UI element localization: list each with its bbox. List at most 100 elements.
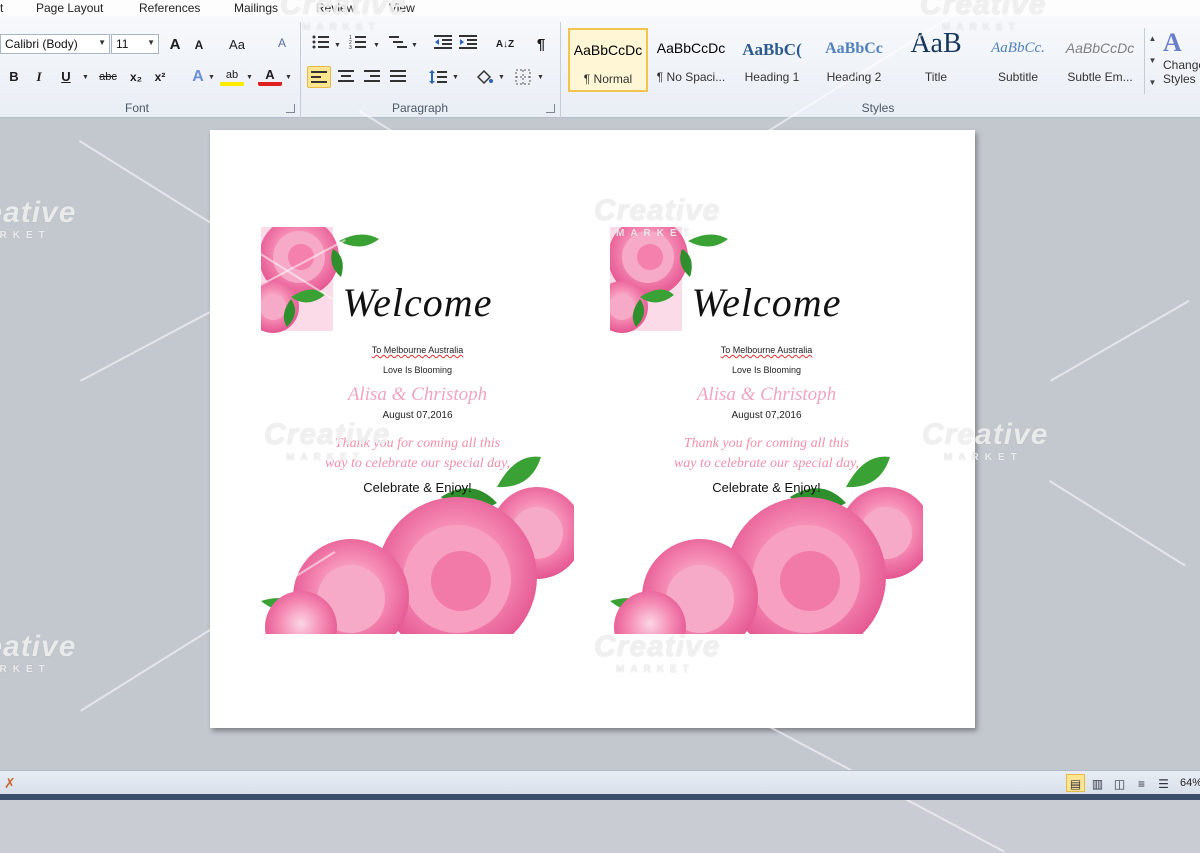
bullets-icon	[312, 35, 329, 49]
chevron-down-icon[interactable]: ▼	[498, 74, 505, 81]
style-no-spacing[interactable]: AaBbCcDc ¶ No Spaci...	[651, 28, 731, 92]
full-screen-reading-icon[interactable]: ▥	[1088, 775, 1107, 793]
view-buttons: ▤ ▥ ◫ ≡ ☰	[1066, 774, 1176, 793]
style-subtle-emphasis[interactable]: AaBbCcDc Subtle Em...	[1060, 28, 1140, 92]
decrease-indent-button[interactable]	[431, 34, 455, 56]
thanks-line-2: way to celebrate our special day,	[324, 456, 511, 471]
draft-icon[interactable]: ☰	[1154, 775, 1173, 793]
shading-button[interactable]	[472, 66, 496, 88]
borders-button[interactable]	[511, 66, 535, 88]
welcome-heading: Welcome	[342, 280, 493, 325]
group-divider	[560, 22, 561, 118]
change-case-button[interactable]: Aa	[223, 34, 251, 56]
multilevel-list-icon	[389, 36, 407, 48]
line-spacing-icon	[429, 70, 447, 84]
shrink-font-button[interactable]: A	[187, 34, 211, 56]
menu-item-view[interactable]: View	[389, 1, 415, 15]
thanks-line-1: Thank you for coming all this	[683, 436, 850, 451]
font-color-button[interactable]: A	[258, 64, 282, 86]
align-center-button[interactable]	[334, 66, 358, 88]
styles-gallery-scroll[interactable]: ▲ ▼ ▼	[1144, 28, 1160, 94]
chevron-down-icon[interactable]: ▼	[98, 38, 106, 47]
style-sample: AaBbCc	[825, 40, 883, 57]
styles-gallery: AaBbCcDc ¶ Normal AaBbCcDc ¶ No Spaci...…	[566, 28, 1144, 94]
paragraph-group-label: Paragraph	[391, 101, 449, 115]
taskbar	[0, 794, 1200, 800]
chevron-down-icon[interactable]: ▼	[147, 38, 155, 47]
font-size-combo[interactable]: 11 ▼	[111, 34, 159, 54]
proofing-errors-icon[interactable]: ✗	[4, 775, 16, 792]
menu-item-review[interactable]: Review	[316, 1, 355, 15]
chevron-down-icon[interactable]: ▼	[246, 74, 253, 81]
style-sample: AaBbCcDc	[573, 42, 643, 58]
style-normal[interactable]: AaBbCcDc ¶ Normal	[568, 28, 648, 92]
chevron-down-icon[interactable]: ▼	[285, 74, 292, 81]
justify-icon	[390, 70, 406, 82]
increase-indent-button[interactable]	[456, 34, 480, 56]
outline-icon[interactable]: ≡	[1132, 775, 1151, 793]
thanks-line-1: Thank you for coming all this	[334, 436, 501, 451]
change-styles-button[interactable]: A Change Styles	[1163, 28, 1200, 94]
align-right-button[interactable]	[360, 66, 384, 88]
welcome-heading: Welcome	[691, 280, 842, 325]
menu-item-page-layout[interactable]: Page Layout	[36, 1, 103, 15]
bullets-button[interactable]	[309, 34, 333, 56]
numbering-button[interactable]: 123	[346, 34, 370, 56]
borders-icon	[515, 69, 531, 85]
zoom-level[interactable]: 64%	[1180, 777, 1200, 789]
couple-names: Alisa & Christoph	[347, 384, 488, 405]
style-subtitle[interactable]: AaBbCc. Subtitle	[978, 28, 1058, 92]
document-page[interactable]: Welcome To Melbourne Australia Love Is B…	[210, 130, 975, 728]
style-name: Title	[924, 70, 948, 84]
chevron-down-icon[interactable]: ▼	[537, 74, 544, 81]
style-heading-2[interactable]: AaBbCc Heading 2	[814, 28, 894, 92]
welcome-card: Welcome To Melbourne Australia Love Is B…	[610, 227, 923, 634]
text-effects-button[interactable]: A	[186, 66, 210, 88]
bold-button[interactable]: B	[2, 66, 26, 88]
web-layout-icon[interactable]: ◫	[1110, 775, 1129, 793]
sort-button[interactable]: A↓Z	[491, 34, 519, 56]
paragraph-dialog-launcher-icon[interactable]	[546, 104, 555, 113]
justify-button[interactable]	[386, 66, 410, 88]
underline-button[interactable]: U	[54, 66, 78, 88]
chevron-down-icon[interactable]: ▼	[82, 74, 89, 81]
print-layout-icon[interactable]: ▤	[1066, 774, 1085, 792]
menu-item-mailings[interactable]: Mailings	[234, 1, 278, 15]
grow-font-button[interactable]: A	[163, 34, 187, 56]
strikethrough-button[interactable]: abc	[94, 66, 122, 88]
line-spacing-button[interactable]	[426, 66, 450, 88]
font-dialog-launcher-icon[interactable]	[286, 104, 295, 113]
styles-group-label: Styles	[861, 101, 895, 115]
show-formatting-marks-button[interactable]: ¶	[529, 34, 553, 56]
decrease-indent-icon	[434, 35, 452, 49]
tagline: Love Is Blooming	[731, 365, 802, 375]
chevron-down-icon[interactable]: ▼	[1145, 50, 1160, 72]
align-left-button[interactable]	[307, 66, 331, 88]
style-name: ¶ Normal	[583, 72, 633, 86]
style-name: Heading 1	[744, 70, 800, 84]
chevron-up-icon[interactable]: ▲	[1145, 28, 1160, 50]
change-styles-icon: A	[1163, 28, 1182, 57]
style-heading-1[interactable]: AaBbC( Heading 1	[732, 28, 812, 92]
style-name: Heading 2	[826, 70, 882, 84]
chevron-down-icon[interactable]: ▼	[334, 42, 341, 49]
subscript-button[interactable]: x₂	[124, 66, 148, 88]
chevron-down-icon[interactable]: ▼	[411, 42, 418, 49]
chevron-down-icon[interactable]: ▼	[452, 74, 459, 81]
menu-item-home[interactable]: t	[0, 1, 3, 15]
font-name-combo[interactable]: Calibri (Body) ▼	[0, 34, 110, 54]
chevron-down-icon[interactable]: ▼	[373, 42, 380, 49]
more-styles-icon[interactable]: ▼	[1145, 72, 1160, 94]
chevron-down-icon[interactable]: ▼	[208, 74, 215, 81]
clear-formatting-button[interactable]: A	[270, 32, 294, 54]
font-name-value: Calibri (Body)	[5, 37, 78, 51]
highlight-button[interactable]: ab	[220, 64, 244, 86]
menu-item-references[interactable]: References	[139, 1, 200, 15]
italic-button[interactable]: I	[27, 66, 51, 88]
welcome-card: Welcome To Melbourne Australia Love Is B…	[261, 227, 574, 634]
superscript-button[interactable]: x²	[148, 66, 172, 88]
style-title[interactable]: AaB Title	[896, 28, 976, 92]
font-group-label: Font	[124, 101, 149, 115]
multilevel-list-button[interactable]	[386, 34, 410, 56]
menu-bar: t Page Layout References Mailings Review…	[0, 0, 1200, 16]
